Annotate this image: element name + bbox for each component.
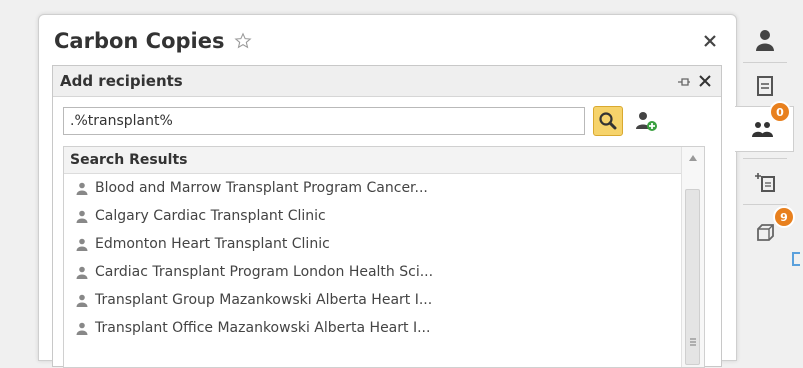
magnifier-icon (599, 112, 617, 130)
tab-divider (743, 62, 787, 63)
result-item[interactable]: Calgary Cardiac Transplant Clinic (64, 202, 704, 230)
add-contact-button[interactable] (631, 106, 661, 136)
add-recipients-dialog: Add recipients .%transplant% Search Resu… (52, 65, 722, 368)
result-item[interactable]: Blood and Marrow Transplant Program Canc… (64, 174, 704, 202)
result-label: Cardiac Transplant Program London Health… (95, 264, 434, 280)
person-icon (76, 266, 88, 279)
scrollbar-thumb[interactable] (685, 189, 700, 365)
tab-people[interactable]: 0 (735, 101, 794, 152)
tab-copies[interactable]: 9 (737, 206, 795, 254)
person-icon (76, 210, 88, 223)
grip-icon (690, 338, 696, 346)
result-label: Transplant Group Mazankowski Alberta Hea… (95, 292, 433, 308)
result-label: Edmonton Heart Transplant Clinic (95, 236, 330, 252)
person-icon (76, 238, 88, 251)
add-contact-icon (636, 112, 657, 131)
result-label: Transplant Office Mazankowski Alberta He… (95, 320, 431, 336)
person-icon (76, 322, 88, 335)
person-icon (76, 294, 88, 307)
recipient-search-input[interactable] (63, 107, 585, 135)
dialog-title: Add recipients (60, 72, 183, 90)
search-results-list: Search Results Blood and Marrow Transpla… (63, 146, 705, 368)
tab-person[interactable] (737, 18, 793, 62)
result-item[interactable]: Edmonton Heart Transplant Clinic (64, 230, 704, 258)
search-button[interactable] (593, 106, 623, 136)
result-label: Calgary Cardiac Transplant Clinic (95, 208, 326, 224)
search-results-header: Search Results (64, 147, 704, 174)
dialog-close-icon[interactable] (697, 73, 713, 89)
panel-close-icon[interactable] (702, 33, 718, 49)
dialog-header: Add recipients (53, 66, 721, 97)
add-document-icon (755, 173, 775, 192)
people-count-badge: 0 (769, 101, 791, 123)
panel-title: Carbon Copies (54, 29, 225, 53)
person-icon (756, 30, 774, 51)
partial-icon (792, 252, 800, 266)
copies-icon (757, 224, 774, 241)
tab-add-document[interactable] (737, 160, 793, 204)
result-item[interactable]: Transplant Office Mazankowski Alberta He… (64, 314, 704, 342)
scroll-up-arrow-icon[interactable] (689, 155, 697, 161)
results-scrollbar[interactable] (681, 147, 704, 367)
people-icon (752, 122, 773, 137)
copies-count-badge: 9 (773, 206, 795, 228)
document-icon (757, 76, 773, 96)
result-item[interactable]: Cardiac Transplant Program London Health… (64, 258, 704, 286)
side-tab-strip: 0 9 (735, 14, 803, 347)
person-icon (76, 182, 88, 195)
tab-divider (743, 204, 787, 205)
pin-icon[interactable] (677, 76, 691, 88)
result-item[interactable]: Transplant Group Mazankowski Alberta Hea… (64, 286, 704, 314)
search-row (53, 97, 721, 145)
panel-title-row: Carbon Copies (54, 29, 253, 53)
result-label: Blood and Marrow Transplant Program Canc… (95, 180, 428, 196)
tab-divider (743, 158, 787, 159)
carbon-copies-panel: Carbon Copies Add recipients .%transplan… (38, 14, 737, 368)
star-outline-icon[interactable] (234, 32, 253, 50)
